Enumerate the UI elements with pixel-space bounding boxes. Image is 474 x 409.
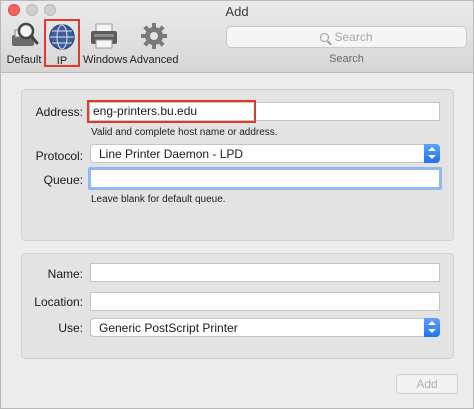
toolbar-advanced-label: Advanced (129, 54, 179, 66)
toolbar-ip-button[interactable]: IP (44, 19, 80, 67)
protocol-select-value: Line Printer Daemon - LPD (99, 147, 244, 161)
gear-icon (139, 21, 169, 51)
toolbar-default-label: Default (6, 54, 42, 66)
title-toolbar: Add Default IP Windows Advanced Search S… (1, 1, 473, 73)
add-printer-window: Add Default IP Windows Advanced Search S… (0, 0, 474, 409)
globe-icon (47, 22, 77, 52)
add-button[interactable]: Add (396, 374, 458, 394)
default-printer-icon (9, 21, 39, 51)
search-input[interactable]: Search (226, 26, 467, 48)
search-caption: Search (329, 53, 364, 65)
windows-printer-icon (89, 21, 119, 51)
queue-label: Queue: (43, 173, 83, 187)
search-placeholder: Search (334, 30, 373, 44)
address-help-text: Valid and complete host name or address. (91, 127, 278, 138)
protocol-label: Protocol: (35, 149, 83, 163)
name-field[interactable] (90, 263, 440, 282)
toolbar-windows-label: Windows (83, 54, 128, 66)
location-label: Location: (34, 295, 83, 309)
address-label: Address: (35, 105, 83, 119)
use-select[interactable]: Generic PostScript Printer (90, 318, 440, 337)
toolbar-advanced-button[interactable]: Advanced (129, 21, 179, 66)
location-field[interactable] (90, 292, 440, 311)
name-label: Name: (47, 267, 83, 281)
use-label: Use: (58, 321, 83, 335)
search-icon (320, 33, 330, 42)
queue-help-text: Leave blank for default queue. (91, 194, 226, 205)
use-select-value: Generic PostScript Printer (99, 321, 238, 335)
chevron-updown-icon (424, 144, 440, 163)
protocol-select[interactable]: Line Printer Daemon - LPD (90, 144, 440, 163)
window-title: Add (225, 4, 249, 19)
toolbar-windows-button[interactable]: Windows (83, 21, 128, 66)
toolbar-default-button[interactable]: Default (6, 21, 42, 66)
queue-field[interactable] (88, 167, 442, 190)
address-field[interactable]: eng-printers.bu.edu (87, 100, 256, 123)
chevron-updown-icon (424, 318, 440, 337)
toolbar-ip-label: IP (56, 55, 68, 67)
